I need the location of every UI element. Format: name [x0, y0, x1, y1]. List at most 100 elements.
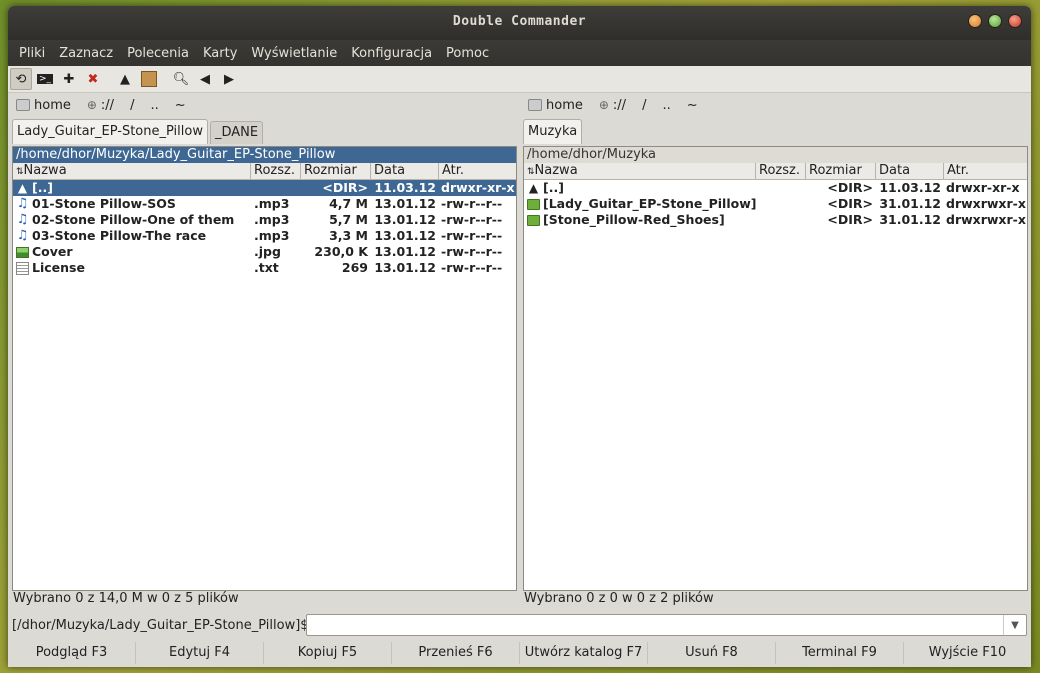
file-size: <DIR> [322, 180, 368, 195]
col-name[interactable]: ⇅Nazwa [524, 163, 756, 179]
file-name: License [32, 260, 85, 275]
right-panel[interactable]: /home/dhor/Muzyka ⇅Nazwa Rozsz. Rozmiar … [523, 146, 1028, 591]
up-arrow-icon[interactable]: ▲ [114, 68, 136, 90]
menu-pomoc[interactable]: Pomoc [439, 46, 496, 61]
left-home-drive[interactable]: home [10, 98, 77, 113]
forward-icon[interactable]: ▶ [218, 68, 240, 90]
left-parent-button[interactable]: .. [144, 98, 164, 113]
col-ext[interactable]: Rozsz. [756, 163, 806, 179]
file-row[interactable]: ♫ 02-Stone Pillow-One of them .mp3 5,7 M 13.… [13, 212, 516, 228]
mkdir-f7-button[interactable]: Utwórz katalog F7 [520, 642, 648, 664]
right-path[interactable]: /home/dhor/Muzyka [524, 147, 1027, 163]
file-size: 5,7 M [329, 212, 368, 227]
file-row[interactable]: [Stone_Pillow-Red_Shoes] <DIR> 31.01.12 drw… [524, 212, 1027, 228]
network-icon: ⊕ [86, 98, 97, 112]
file-name: 03-Stone Pillow-The race [32, 228, 207, 243]
tab-muzyka[interactable]: Muzyka [523, 119, 583, 144]
file-row[interactable]: ▲ [..] <DIR> 11.03.12 drwxr-xr-x [13, 180, 516, 196]
left-root-button[interactable]: / [124, 98, 140, 113]
drive-label: home [546, 97, 583, 113]
minimize-button[interactable] [968, 14, 982, 28]
file-name: [Stone_Pillow-Red_Shoes] [543, 212, 725, 227]
file-attr: drwxrwxr-x [946, 212, 1026, 227]
menu-pliki[interactable]: Pliki [12, 46, 52, 61]
right-network-button[interactable]: ⊕:// [593, 98, 632, 113]
drive-icon [16, 99, 30, 111]
right-home-tilde-button[interactable]: ~ [681, 98, 704, 113]
copy-f5-button[interactable]: Kopiuj F5 [264, 642, 392, 664]
delete-icon[interactable]: ✖ [82, 68, 104, 90]
col-name[interactable]: ⇅Nazwa [13, 163, 251, 179]
left-path[interactable]: /home/dhor/Muzyka/Lady_Guitar_EP-Stone_P… [13, 147, 516, 163]
right-tabs: Muzyka [523, 119, 584, 144]
right-parent-button[interactable]: .. [656, 98, 676, 113]
menu-karty[interactable]: Karty [196, 46, 244, 61]
sort-icon: ⇅ [16, 167, 24, 177]
col-size[interactable]: Rozmiar [806, 163, 876, 179]
terminal-f9-button[interactable]: Terminal F9 [776, 642, 904, 664]
right-column-header: ⇅Nazwa Rozsz. Rozmiar Data Atr. [524, 163, 1027, 180]
right-home-drive[interactable]: home [522, 98, 589, 113]
menu-wyswietlanie[interactable]: Wyświetlanie [244, 46, 344, 61]
file-ext: .mp3 [254, 212, 290, 227]
menu-konfiguracja[interactable]: Konfiguracja [344, 46, 439, 61]
exit-f10-button[interactable]: Wyjście F10 [904, 642, 1031, 664]
file-attr: -rw-r--r-- [441, 228, 503, 243]
delete-f8-button[interactable]: Usuń F8 [648, 642, 776, 664]
file-row[interactable]: Cover .jpg 230,0 K 13.01.12 -rw-r--r-- [13, 244, 516, 260]
file-size: <DIR> [827, 196, 873, 211]
maximize-button[interactable] [988, 14, 1002, 28]
file-name: [Lady_Guitar_EP-Stone_Pillow] [543, 196, 756, 211]
file-ext: .txt [254, 260, 279, 275]
archive-icon[interactable] [138, 68, 160, 90]
file-size: 4,7 M [329, 196, 368, 211]
col-date[interactable]: Data [876, 163, 944, 179]
col-ext[interactable]: Rozsz. [251, 163, 301, 179]
file-row[interactable]: License .txt 269 13.01.12 -rw-r--r-- [13, 260, 516, 276]
music-file-icon: ♫ [16, 212, 29, 227]
terminal-icon[interactable]: >_ [34, 68, 56, 90]
file-attr: -rw-r--r-- [441, 212, 503, 227]
view-f3-button[interactable]: Podgląd F3 [8, 642, 136, 664]
menu-zaznacz[interactable]: Zaznacz [52, 46, 120, 61]
plus-icon[interactable]: ✚ [58, 68, 80, 90]
command-input[interactable]: ▼ [306, 614, 1027, 636]
left-tabs: Lady_Guitar_EP-Stone_Pillow _DANE [12, 119, 265, 144]
file-ext: .mp3 [254, 196, 290, 211]
close-button[interactable] [1008, 14, 1022, 28]
left-panel[interactable]: /home/dhor/Muzyka/Lady_Guitar_EP-Stone_P… [12, 146, 517, 591]
drive-icon [528, 99, 542, 111]
col-attr[interactable]: Atr. [439, 163, 516, 179]
file-size: <DIR> [827, 212, 873, 227]
file-ext: .jpg [254, 244, 281, 259]
up-arrow-icon: ▲ [17, 181, 28, 195]
col-attr[interactable]: Atr. [944, 163, 1027, 179]
left-network-button[interactable]: ⊕:// [81, 98, 120, 113]
up-arrow-icon: ▲ [528, 181, 539, 195]
col-size[interactable]: Rozmiar [301, 163, 371, 179]
folder-icon [527, 198, 540, 210]
menubar: Pliki Zaznacz Polecenia Karty Wyświetlan… [8, 40, 1031, 66]
search-icon[interactable]: 🔍︎ [170, 68, 192, 90]
col-date[interactable]: Data [371, 163, 439, 179]
file-date: 13.01.12 [374, 228, 436, 243]
refresh-icon[interactable]: ⟲ [10, 68, 32, 90]
file-row[interactable]: ♫ 01-Stone Pillow-SOS .mp3 4,7 M 13.01.12 -rw… [13, 196, 516, 212]
right-root-button[interactable]: / [636, 98, 652, 113]
tab-dane[interactable]: _DANE [209, 121, 264, 144]
command-line: [/dhor/Muzyka/Lady_Guitar_EP-Stone_Pillo… [8, 612, 1031, 638]
file-row[interactable]: [Lady_Guitar_EP-Stone_Pillow] <DIR> 31.01.… [524, 196, 1027, 212]
dropdown-arrow-icon[interactable]: ▼ [1003, 615, 1026, 635]
left-home-tilde-button[interactable]: ~ [169, 98, 192, 113]
file-name: Cover [32, 244, 73, 259]
network-label: :// [612, 97, 627, 113]
menu-polecenia[interactable]: Polecenia [120, 46, 196, 61]
edit-f4-button[interactable]: Edytuj F4 [136, 642, 264, 664]
back-icon[interactable]: ◀ [194, 68, 216, 90]
file-row[interactable]: ♫ 03-Stone Pillow-The race .mp3 3,3 M 13.01.… [13, 228, 516, 244]
file-attr: drwxr-xr-x [946, 180, 1020, 195]
move-f6-button[interactable]: Przenieś F6 [392, 642, 520, 664]
file-size: 3,3 M [329, 228, 368, 243]
file-row[interactable]: ▲ [..] <DIR> 11.03.12 drwxr-xr-x [524, 180, 1027, 196]
tab-lady-guitar[interactable]: Lady_Guitar_EP-Stone_Pillow [12, 119, 208, 144]
